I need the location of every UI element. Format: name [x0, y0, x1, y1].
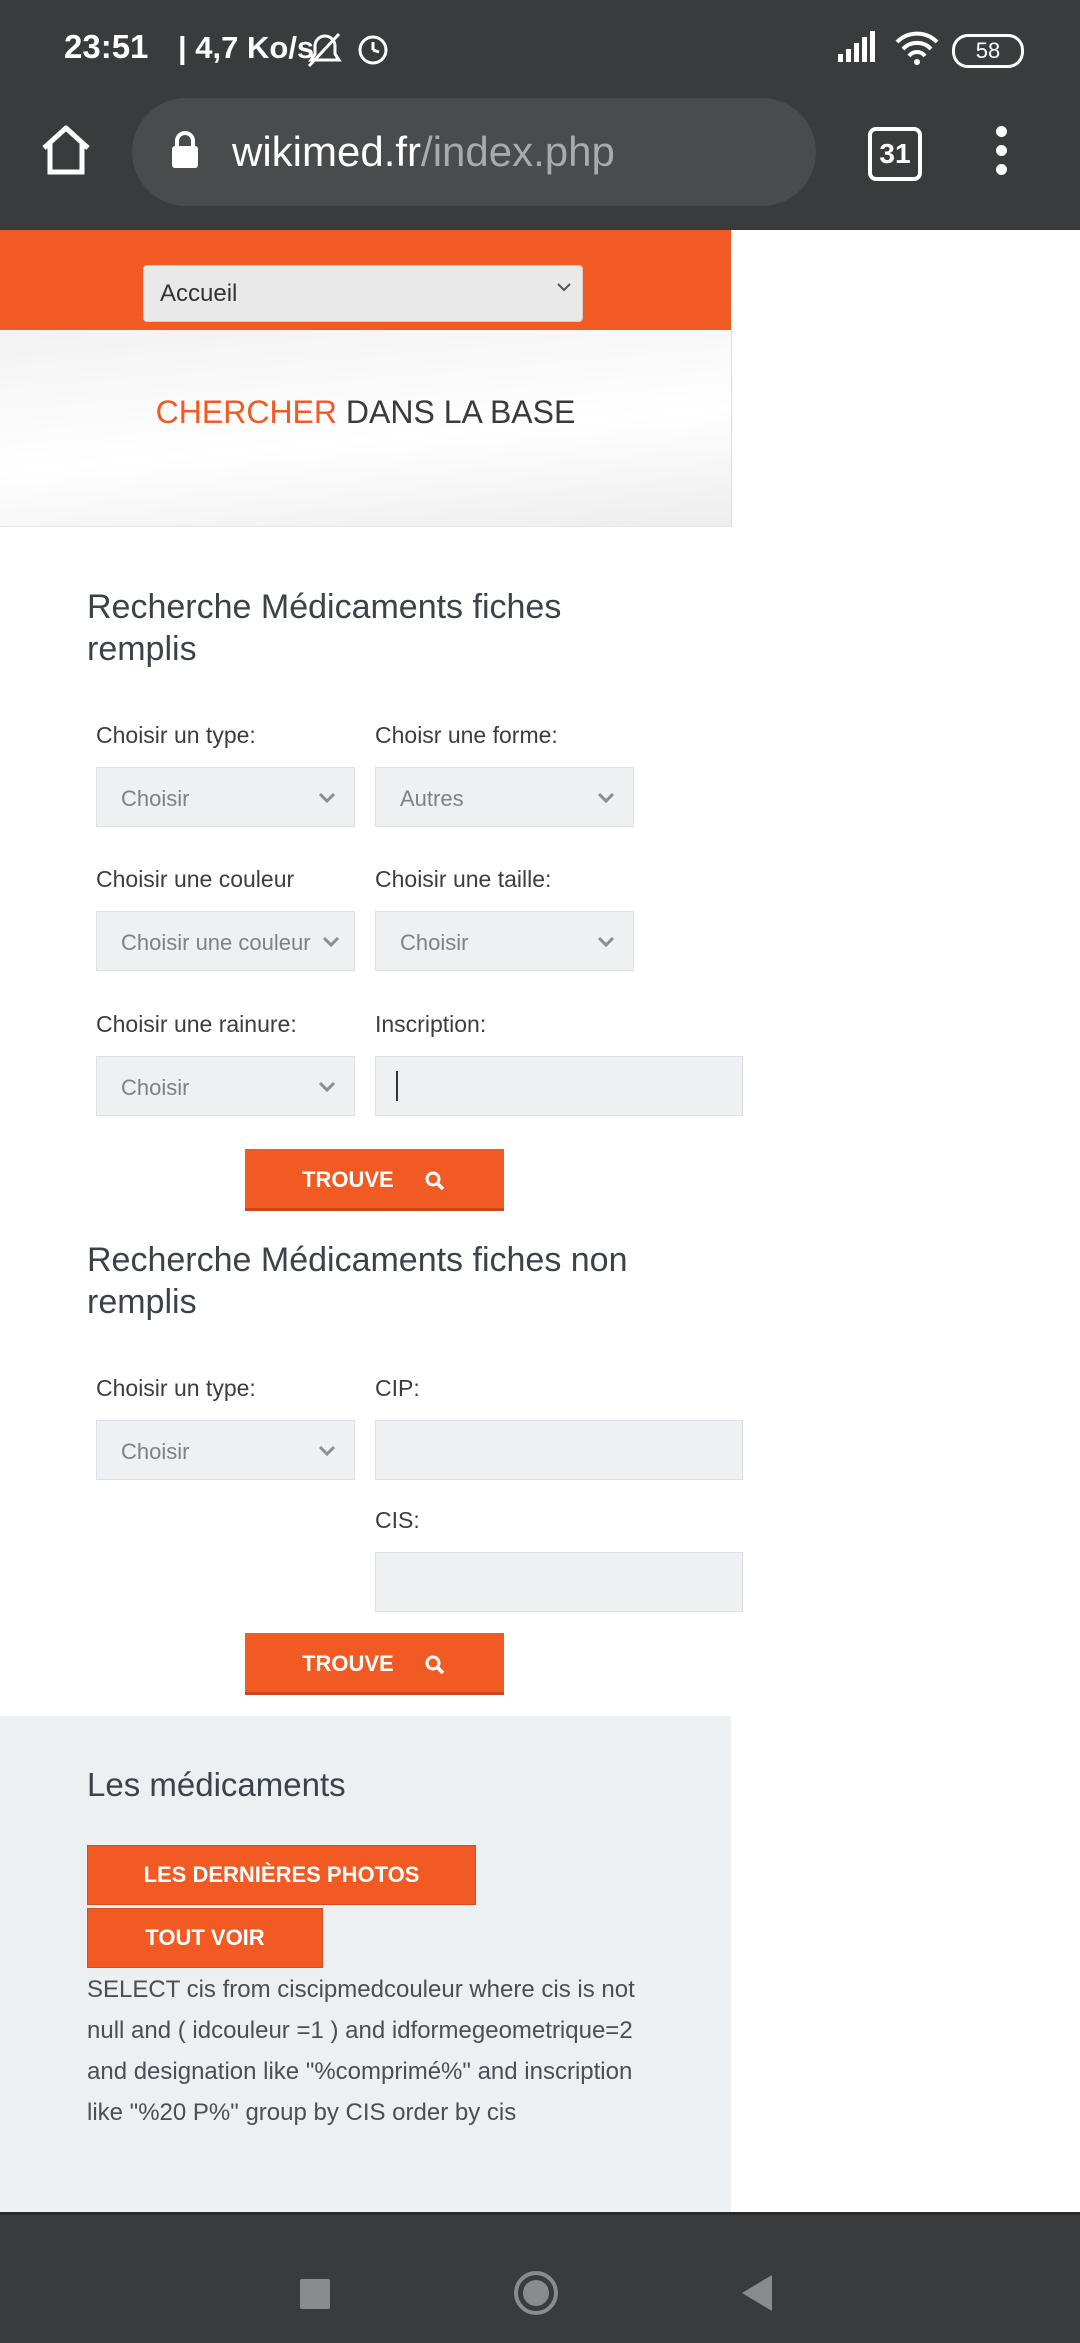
cip-label: CIP: [375, 1375, 420, 1401]
wifi-icon [895, 31, 939, 65]
taille-select-value: Choisir [400, 930, 469, 955]
tab-switcher-button[interactable]: 31 [868, 127, 922, 181]
chevron-down-icon [318, 1081, 336, 1093]
taille-select[interactable]: Choisir [375, 911, 634, 971]
filled-search-button-label: TROUVE [302, 1167, 394, 1192]
status-time: 23:51 [64, 28, 149, 65]
sql-query-text: SELECT cis from ciscipmedcouleur where c… [87, 1976, 635, 2126]
system-navigation-bar [0, 2212, 1080, 2343]
hero-title-accent: CHERCHER [155, 394, 337, 430]
cis-label: CIS: [375, 1507, 420, 1533]
forme-label: Choisr une forme: [375, 722, 558, 748]
chevron-down-icon [597, 936, 615, 948]
type-label: Choisir un type: [96, 722, 256, 748]
medicaments-section: Les médicaments LES DERNIÈRES PHOTOS TOU… [0, 1716, 731, 2212]
text-caret [396, 1071, 398, 1101]
taille-label: Choisir une taille: [375, 866, 552, 892]
chevron-down-icon [318, 1445, 336, 1457]
recent-apps-icon[interactable] [300, 2279, 330, 2309]
type-select-value: Choisir [121, 786, 190, 811]
unfilled-search-title: Recherche Médicaments fiches non remplis [87, 1241, 628, 1321]
notification-status-icons [307, 32, 388, 68]
search-hero-banner: CHERCHER DANS LA BASE [0, 330, 732, 527]
medicaments-title: Les médicaments [87, 1766, 346, 1803]
chevron-down-icon [597, 792, 615, 804]
unfilled-type-select-value: Choisir [121, 1439, 190, 1464]
url-path: /index.php [421, 128, 615, 175]
inscription-label: Inscription: [375, 1011, 487, 1037]
site-nav-selected: Accueil [160, 280, 238, 307]
latest-photos-button[interactable]: LES DERNIÈRES PHOTOS [87, 1845, 476, 1905]
hero-title: CHERCHER DANS LA BASE [0, 394, 731, 431]
search-icon [425, 1171, 445, 1191]
forme-select-value: Autres [400, 786, 464, 811]
status-network-speed: | 4,7 Ko/s [178, 30, 315, 65]
unfilled-search-button[interactable]: TROUVE [245, 1633, 504, 1695]
home-circle-icon[interactable] [514, 2271, 558, 2315]
back-icon[interactable] [742, 2275, 772, 2311]
address-bar[interactable]: wikimed.fr/index.php [132, 98, 816, 206]
rainure-select-value: Choisir [121, 1075, 190, 1100]
chevron-down-icon [318, 792, 336, 804]
site-nav-select[interactable]: Accueil [143, 265, 583, 322]
search-icon [425, 1655, 445, 1675]
filled-search-title: Recherche Médicaments fiches remplis [87, 588, 562, 668]
chevron-down-icon [557, 283, 571, 292]
type-select[interactable]: Choisir [96, 767, 355, 827]
battery-indicator: 58 [952, 34, 1024, 68]
chevron-down-icon [322, 936, 340, 948]
url-text: wikimed.fr/index.php [232, 128, 615, 176]
see-all-button[interactable]: TOUT VOIR [87, 1908, 323, 1968]
browser-top-bar: 23:51 | 4,7 Ko/s 58 wikimed.fr/index.php… [0, 0, 1080, 230]
cip-input[interactable] [375, 1420, 743, 1480]
url-domain: wikimed.fr [232, 128, 422, 175]
lock-icon [172, 131, 198, 168]
overflow-menu-icon[interactable] [996, 126, 1008, 176]
couleur-select[interactable]: Choisir une couleur [96, 911, 355, 971]
hero-title-rest: DANS LA BASE [337, 394, 576, 430]
cis-input[interactable] [375, 1552, 743, 1612]
rainure-label: Choisir une rainure: [96, 1011, 297, 1037]
inscription-input[interactable] [375, 1056, 743, 1116]
unfilled-search-button-label: TROUVE [302, 1651, 394, 1676]
filled-search-button[interactable]: TROUVE [245, 1149, 504, 1211]
couleur-label: Choisir une couleur [96, 866, 295, 892]
couleur-select-value: Choisir une couleur [121, 930, 311, 955]
signal-icon [838, 31, 875, 62]
home-icon[interactable] [40, 124, 92, 176]
rainure-select[interactable]: Choisir [96, 1056, 355, 1116]
unfilled-type-label: Choisir un type: [96, 1375, 256, 1401]
unfilled-type-select[interactable]: Choisir [96, 1420, 355, 1480]
forme-select[interactable]: Autres [375, 767, 634, 827]
